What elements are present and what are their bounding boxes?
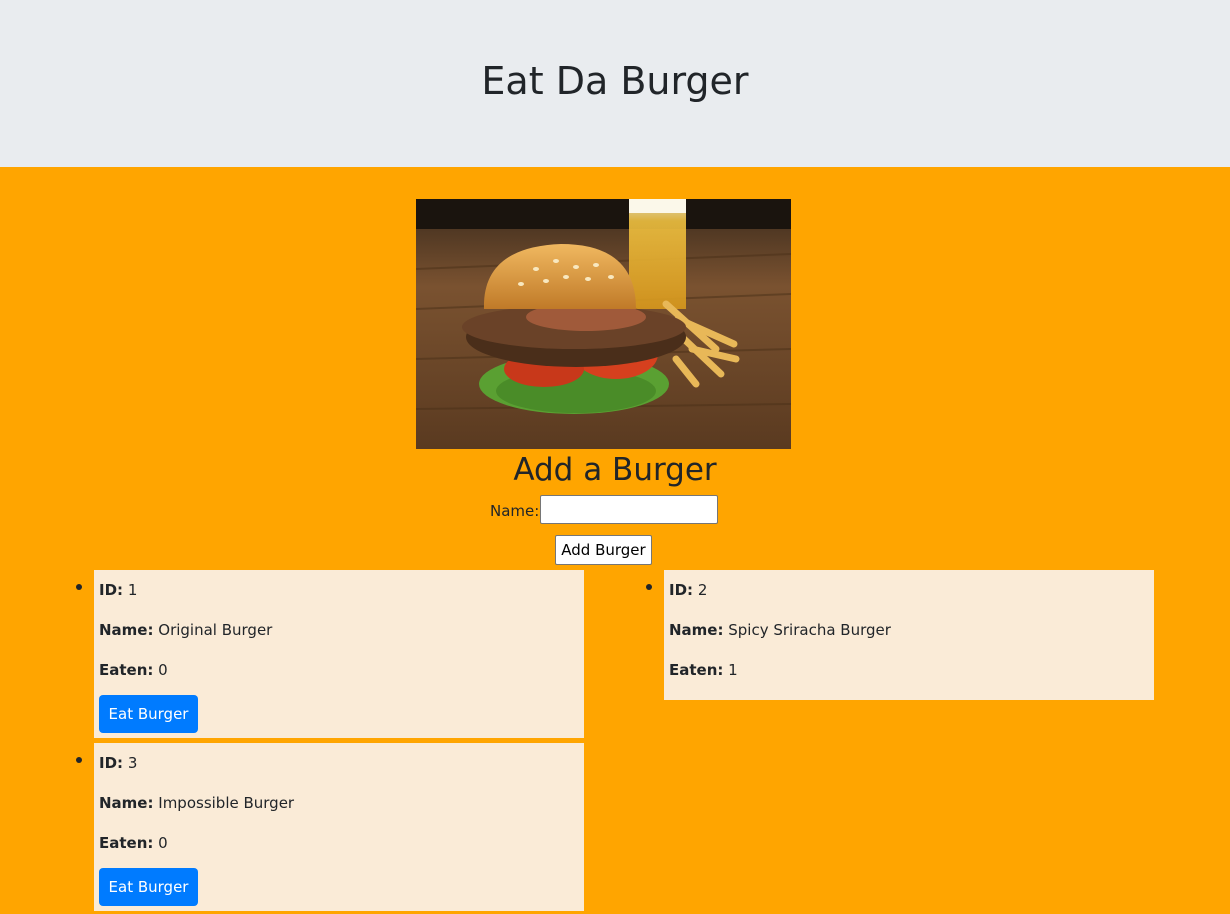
name-value: Original Burger [158, 621, 273, 639]
id-label: ID: [99, 581, 124, 599]
id-value: 1 [127, 581, 138, 599]
eaten-label: Eaten: [669, 661, 724, 679]
eaten-value: 1 [728, 661, 738, 679]
burger-photo [416, 199, 791, 449]
burger-card: ID: 2 Name: Spicy Sriracha Burger Eaten:… [664, 570, 1154, 700]
burger-name: Name: Spicy Sriracha Burger [669, 620, 891, 640]
eaten-value: 0 [158, 834, 168, 852]
page-title: Eat Da Burger [481, 59, 749, 103]
id-value: 2 [697, 581, 708, 599]
burger-eaten: Eaten: 1 [669, 660, 738, 680]
add-burger-button[interactable]: Add Burger [555, 535, 652, 565]
name-value: Impossible Burger [158, 794, 295, 812]
eaten-label: Eaten: [99, 834, 154, 852]
id-label: ID: [669, 581, 694, 599]
burger-id: ID: 1 [99, 580, 137, 600]
list-bullet [646, 584, 652, 590]
eaten-label: Eaten: [99, 661, 154, 679]
name-label: Name: [99, 794, 154, 812]
burger-id: ID: 3 [99, 753, 137, 773]
main-content: Add a Burger Name: Add Burger ID: 1 Name… [0, 167, 1230, 914]
burger-eaten: Eaten: 0 [99, 833, 168, 853]
burger-card: ID: 3 Name: Impossible Burger Eaten: 0 E… [94, 743, 584, 911]
name-label: Name: [669, 621, 724, 639]
id-value: 3 [127, 754, 138, 772]
name-label: Name: [99, 621, 154, 639]
burger-name-input[interactable] [540, 495, 718, 524]
burger-eaten: Eaten: 0 [99, 660, 168, 680]
add-burger-heading: Add a Burger [513, 452, 717, 488]
eat-burger-button[interactable]: Eat Burger [99, 868, 198, 906]
burger-photo-illustration [416, 199, 791, 449]
eat-burger-button[interactable]: Eat Burger [99, 695, 198, 733]
id-label: ID: [99, 754, 124, 772]
eaten-value: 0 [158, 661, 168, 679]
burger-id: ID: 2 [669, 580, 707, 600]
burger-card: ID: 1 Name: Original Burger Eaten: 0 Eat… [94, 570, 584, 738]
burger-name: Name: Impossible Burger [99, 793, 294, 813]
burger-name: Name: Original Burger [99, 620, 272, 640]
name-label: Name: [490, 502, 540, 520]
name-value: Spicy Sriracha Burger [728, 621, 891, 639]
header-banner: Eat Da Burger [0, 0, 1230, 167]
list-bullet [76, 757, 82, 763]
list-bullet [76, 584, 82, 590]
